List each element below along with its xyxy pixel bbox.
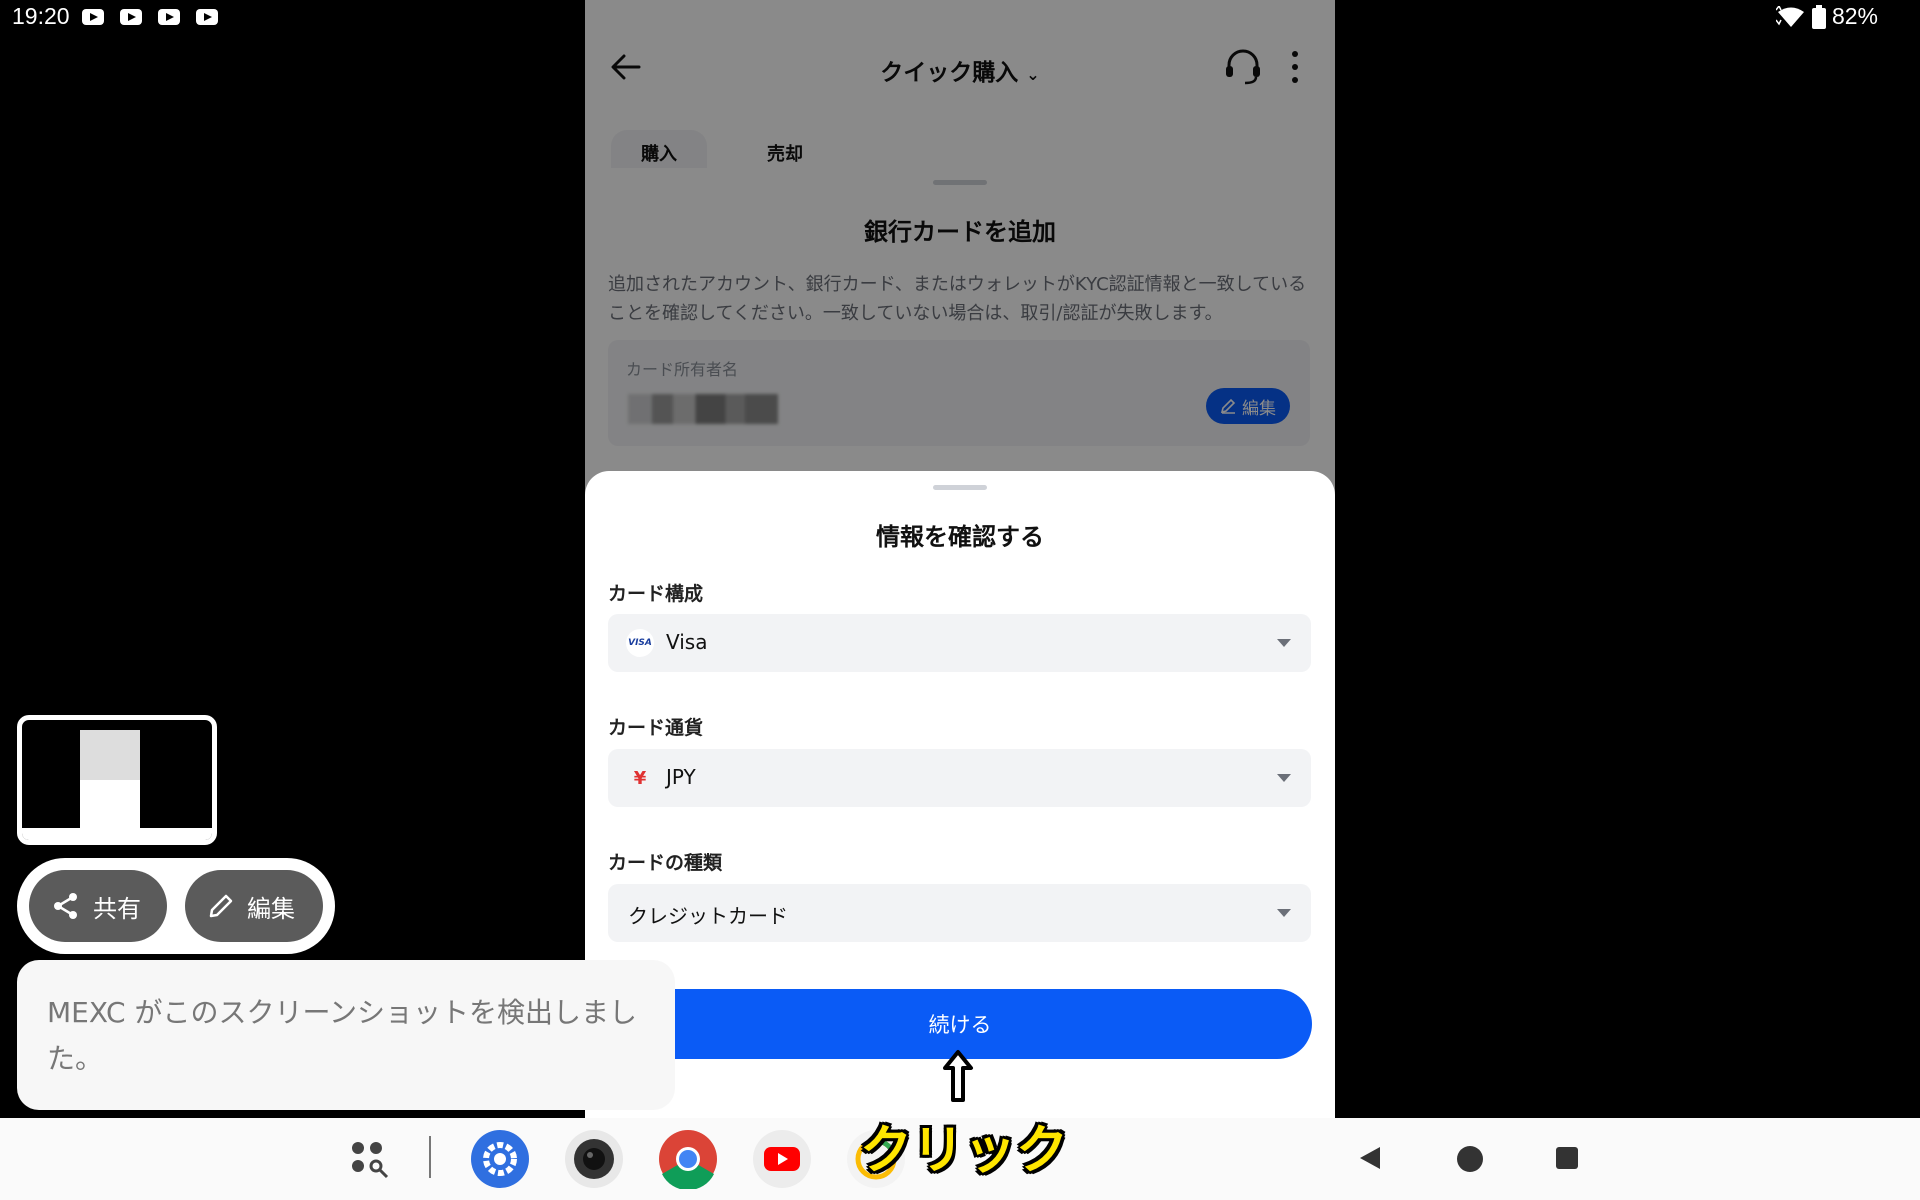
card-scheme-select[interactable]: VISA Visa bbox=[608, 614, 1311, 672]
card-type-label: カードの種類 bbox=[608, 852, 723, 874]
nav-home-icon[interactable] bbox=[1457, 1146, 1483, 1172]
screenshot-detected-toast: MEXC がこのスクリーンショットを検出しました。 bbox=[17, 960, 675, 1110]
confirm-sheet-title: 情報を確認する bbox=[876, 523, 1044, 551]
annotation-label: クリック bbox=[860, 1121, 1069, 1181]
settings-icon[interactable] bbox=[470, 1129, 530, 1189]
currency-label: カード通貨 bbox=[608, 717, 704, 739]
wifi-icon bbox=[1775, 5, 1804, 27]
youtube-notification-icon bbox=[158, 9, 180, 25]
thumbnail-taskbar-preview bbox=[22, 828, 212, 840]
youtube-icon[interactable] bbox=[752, 1129, 812, 1189]
chrome-icon[interactable] bbox=[658, 1129, 718, 1189]
dropdown-caret-icon bbox=[1277, 909, 1291, 917]
currency-select[interactable]: ¥ JPY bbox=[608, 749, 1311, 807]
sheet-handle[interactable] bbox=[933, 485, 987, 490]
youtube-notification-icon bbox=[120, 9, 142, 25]
dropdown-caret-icon bbox=[1277, 774, 1291, 782]
card-scheme-value: Visa bbox=[666, 630, 708, 654]
toast-message: MEXC がこのスクリーンショットを検出しました。 bbox=[47, 996, 638, 1075]
battery-level: 82% bbox=[1831, 3, 1878, 29]
share-button[interactable]: 共有 bbox=[29, 870, 167, 942]
status-right: 82% bbox=[1775, 3, 1878, 30]
battery-icon bbox=[1811, 4, 1826, 29]
yen-icon: ¥ bbox=[633, 767, 647, 789]
card-type-select[interactable]: クレジットカード bbox=[608, 884, 1311, 942]
card-scheme-label: カード構成 bbox=[608, 583, 704, 605]
card-type-value: クレジットカード bbox=[628, 904, 788, 928]
camera-icon[interactable] bbox=[564, 1129, 624, 1189]
edit-label: 編集 bbox=[247, 894, 295, 923]
screenshot-thumbnail[interactable] bbox=[17, 715, 217, 845]
share-label: 共有 bbox=[93, 894, 141, 923]
dropdown-caret-icon bbox=[1277, 639, 1291, 647]
status-time: 19:20 bbox=[12, 3, 70, 29]
nav-recents-icon[interactable] bbox=[1556, 1147, 1578, 1169]
app-window: クイック購入 ⌄ 購入 売却 銀行カードを追加 追加されたアカウント、銀行カード… bbox=[585, 0, 1335, 1118]
taskbar-divider bbox=[429, 1136, 431, 1178]
screenshot-actions: 共有 編集 bbox=[17, 858, 335, 954]
youtube-notification-icon bbox=[196, 9, 218, 25]
confirm-info-sheet: 情報を確認する カード構成 VISA Visa カード通貨 ¥ JPY カードの… bbox=[585, 471, 1335, 1118]
share-icon bbox=[54, 893, 77, 919]
nav-back-icon[interactable] bbox=[1358, 1145, 1382, 1171]
annotation-arrow-icon bbox=[943, 1050, 973, 1102]
currency-value: JPY bbox=[666, 765, 696, 789]
thumbnail-sheet-preview bbox=[80, 780, 140, 835]
edit-screenshot-button[interactable]: 編集 bbox=[185, 870, 323, 942]
app-drawer-icon[interactable] bbox=[350, 1140, 390, 1180]
visa-icon: VISA bbox=[626, 629, 654, 657]
pencil-icon bbox=[209, 894, 233, 918]
youtube-notification-icon bbox=[82, 9, 104, 25]
